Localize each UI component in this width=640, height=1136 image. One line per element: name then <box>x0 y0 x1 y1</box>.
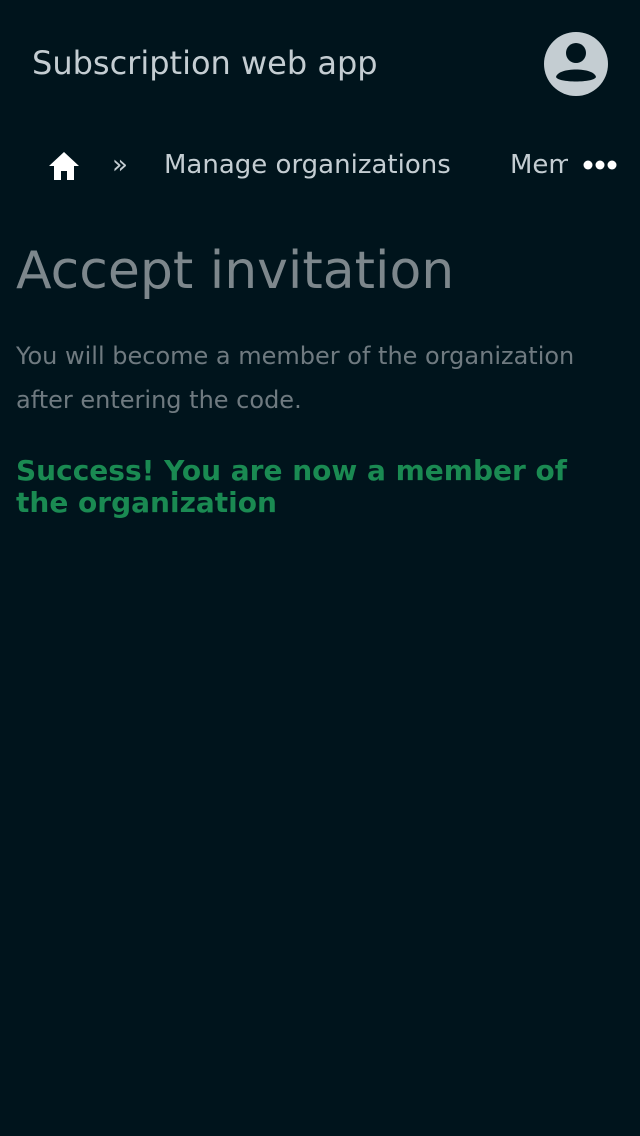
breadcrumb-separator: » <box>112 150 128 180</box>
more-horizontal-icon <box>583 160 617 170</box>
breadcrumb-more-button[interactable] <box>578 150 624 180</box>
app-header: Subscription web app <box>0 0 640 128</box>
page-description: You will become a member of the organiza… <box>16 342 575 414</box>
success-message: Success! You are now a member of the org… <box>16 454 567 519</box>
app-title: Subscription web app <box>32 44 378 82</box>
page-title: Accept invitation <box>16 241 455 301</box>
breadcrumb-home-link[interactable] <box>46 149 82 183</box>
account-circle-icon <box>544 32 608 96</box>
breadcrumb: » Manage organizations Members <box>0 136 640 194</box>
account-button[interactable] <box>543 31 609 97</box>
home-icon <box>49 152 79 180</box>
breadcrumb-members[interactable]: Members <box>510 148 568 182</box>
breadcrumb-manage-organizations[interactable]: Manage organizations <box>164 148 451 182</box>
